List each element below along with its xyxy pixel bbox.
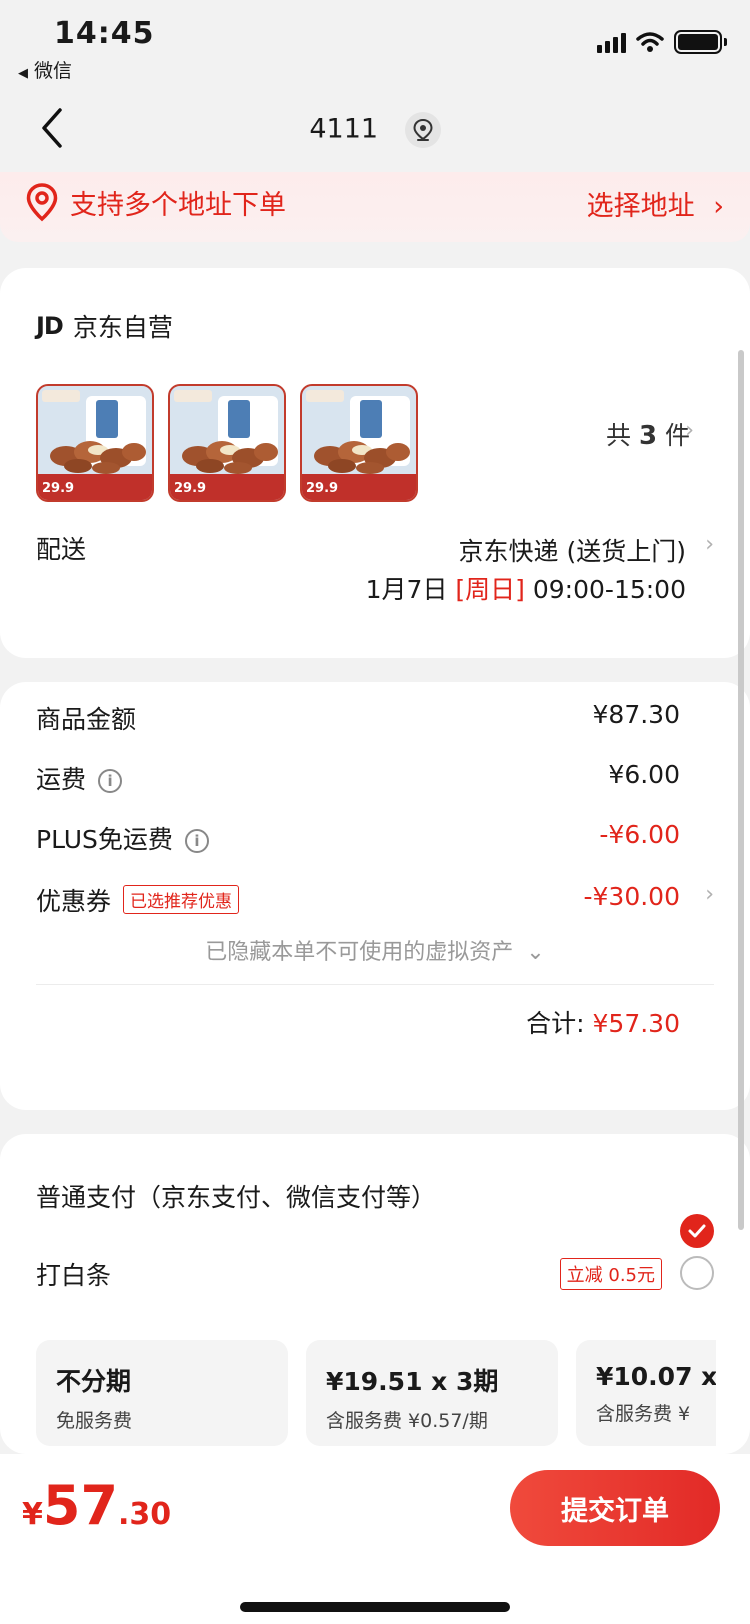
payment-card: 普通支付（京东支付、微信支付等） 打白条 立减 0.5元 不分期 免服务费 ¥1… — [0, 1134, 750, 1454]
normal-payment-label: 普通支付（京东支付、微信支付等） — [36, 1183, 437, 1212]
pine-nuts-image — [314, 441, 410, 474]
goods-amount-label: 商品金额 — [36, 705, 137, 734]
chevron-right-icon: › — [713, 191, 724, 222]
product-thumb-price: 29.9 — [174, 481, 207, 496]
cellular-signal-icon — [597, 31, 626, 53]
delivery-label: 配送 — [36, 535, 87, 564]
select-address-label: 选择地址 — [586, 191, 695, 222]
coupon-label: 优惠券 — [36, 887, 112, 916]
jd-logo-icon: JD — [36, 312, 64, 340]
chevron-down-icon: ⌄ — [526, 940, 545, 965]
baitiao-discount-badge: 立减 0.5元 — [559, 1258, 662, 1290]
select-address-link[interactable]: 选择地址 › — [587, 184, 724, 223]
checked-icon[interactable] — [680, 1214, 714, 1248]
chevron-right-icon: › — [705, 882, 714, 907]
payable-price: ¥57.30 — [22, 1474, 171, 1537]
back-to-app-link[interactable]: ◀ 微信 — [18, 56, 72, 83]
nav-title-text: 4111 — [309, 113, 379, 145]
installment-plan[interactable]: 不分期 免服务费 — [36, 1340, 288, 1446]
location-pin-icon — [26, 183, 58, 222]
coupon-label-group: 优惠券 已选推荐优惠 — [36, 882, 240, 918]
plan-subtitle: 含服务费 ¥0.57/期 — [326, 1410, 488, 1432]
coupon-value: -¥30.00 — [583, 882, 681, 911]
delivery-time-range: 09:00-15:00 — [532, 575, 686, 604]
status-icons — [597, 30, 727, 54]
plan-subtitle: 含服务费 ¥ — [596, 1403, 691, 1425]
total-label: 合计: — [526, 1009, 585, 1038]
product-thumbnail[interactable]: 29.9 — [168, 384, 286, 502]
total-value: ¥57.30 — [592, 1009, 680, 1038]
price-integer: 57 — [42, 1474, 119, 1537]
address-banner-text: 支持多个地址下单 — [70, 189, 286, 221]
info-icon[interactable]: i — [98, 769, 123, 793]
delivery-method: 京东快递 (送货上门) — [458, 537, 686, 566]
chevron-right-icon: › — [705, 532, 714, 557]
installment-plans[interactable]: 不分期 免服务费 ¥19.51 x 3期 含服务费 ¥0.57/期 ¥10.07… — [36, 1340, 716, 1446]
plan-subtitle: 免服务费 — [56, 1410, 133, 1432]
plus-label-group: PLUS免运费 i — [36, 820, 209, 856]
shop-name: 京东自营 — [72, 313, 173, 342]
location-pin-icon — [413, 118, 433, 141]
price-summary-card: 商品金额 ¥87.30 运费 i ¥6.00 PLUS免运费 i -¥6.00 优惠… — [0, 682, 750, 1110]
delivery-date: 1月7日 — [365, 575, 448, 604]
freight-value: ¥6.00 — [608, 760, 680, 789]
order-items-card: JD 京东自营 29.9 29.9 29.9 共 3 件 › 配送 京东快递 (… — [0, 268, 750, 658]
scrollbar[interactable] — [738, 350, 744, 1230]
nav-title: 4111 — [0, 112, 750, 148]
plus-label: PLUS免运费 — [36, 825, 173, 854]
battery-icon — [674, 30, 727, 54]
status-time: 14:45 — [54, 16, 155, 51]
normal-payment-option[interactable]: 普通支付（京东支付、微信支付等） — [36, 1178, 714, 1248]
plan-title: ¥19.51 x 3期 — [326, 1367, 499, 1396]
installment-plan[interactable]: ¥19.51 x 3期 含服务费 ¥0.57/期 — [306, 1340, 558, 1446]
hidden-assets-toggle[interactable]: 已隐藏本单不可使用的虚拟资产 ⌄ — [0, 934, 750, 966]
pine-nuts-image — [182, 441, 278, 474]
item-count-prefix: 共 — [605, 421, 631, 450]
price-decimal: .30 — [118, 1497, 172, 1532]
checkout-bar: ¥57.30 提交订单 — [0, 1454, 750, 1624]
back-app-label: 微信 — [34, 60, 73, 82]
home-indicator[interactable] — [240, 1602, 510, 1612]
installment-plan[interactable]: ¥10.07 x 含服务费 ¥ — [576, 1340, 716, 1446]
product-thumb-price: 29.9 — [42, 481, 75, 496]
product-thumbnail[interactable]: 29.9 — [300, 384, 418, 502]
item-count[interactable]: 共 3 件 — [606, 416, 690, 452]
address-banner-left: 支持多个地址下单 — [24, 182, 286, 222]
total-row: 合计: ¥57.30 — [526, 1004, 680, 1040]
divider — [36, 984, 714, 985]
plus-value: -¥6.00 — [599, 820, 680, 849]
product-thumbnails[interactable]: 29.9 29.9 29.9 — [36, 384, 418, 502]
info-icon[interactable]: i — [184, 829, 209, 853]
product-thumb-price: 29.9 — [306, 481, 339, 496]
item-count-number: 3 — [638, 421, 658, 451]
coupon-badge: 已选推荐优惠 — [123, 885, 240, 914]
chevron-right-icon: › — [685, 418, 694, 443]
shop-header: JD 京东自营 — [36, 308, 173, 344]
product-thumbnail[interactable]: 29.9 — [36, 384, 154, 502]
status-bar: 14:45 ◀ 微信 — [0, 0, 750, 96]
freight-label-group: 运费 i — [36, 760, 123, 796]
location-button[interactable] — [404, 112, 441, 148]
delivery-weekday: [周日] — [455, 575, 525, 604]
unchecked-circle-icon[interactable] — [680, 1256, 714, 1290]
pine-nuts-image — [50, 441, 146, 474]
plan-title: 不分期 — [56, 1367, 132, 1396]
delivery-time: 1月7日 [周日] 09:00-15:00 — [366, 570, 686, 606]
freight-label: 运费 — [36, 765, 87, 794]
price-symbol: ¥ — [22, 1497, 43, 1532]
nav-bar: 4111 — [0, 96, 750, 172]
baitiao-label: 打白条 — [36, 1261, 112, 1290]
submit-order-button[interactable]: 提交订单 — [510, 1470, 720, 1546]
back-triangle-icon: ◀ — [18, 66, 28, 81]
goods-amount-value: ¥87.30 — [592, 700, 680, 729]
plan-title: ¥10.07 x — [596, 1362, 716, 1391]
hidden-assets-text: 已隐藏本单不可使用的虚拟资产 — [205, 940, 514, 965]
address-banner[interactable]: 支持多个地址下单 选择地址 › — [0, 172, 750, 242]
baitiao-payment-option[interactable]: 打白条 立减 0.5元 — [36, 1256, 714, 1292]
wifi-icon — [636, 32, 664, 52]
